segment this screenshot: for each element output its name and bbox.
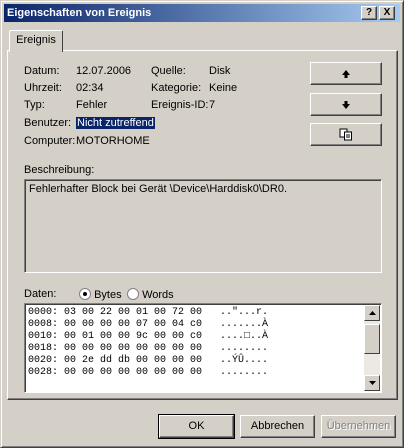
datum-value: 12.07.2006	[76, 65, 132, 77]
description-label: Beschreibung:	[24, 164, 95, 176]
computer-label: Computer:	[24, 135, 76, 147]
hex-row: 0008: 00 00 00 00 07 00 04 c0 .......À	[28, 319, 269, 330]
quelle-value: Disk	[209, 65, 231, 77]
data-label: Daten:	[24, 288, 57, 300]
ereignis-id-value: 7	[209, 99, 216, 111]
help-button[interactable]: ?	[361, 6, 377, 20]
bytes-radio[interactable]: Bytes	[79, 288, 122, 301]
arrow-up-icon	[342, 69, 350, 78]
close-button[interactable]: X	[379, 6, 395, 20]
scroll-thumb[interactable]	[364, 324, 380, 354]
scroll-down-button[interactable]	[364, 375, 380, 391]
arrow-down-icon	[342, 100, 350, 109]
hex-row: 0028: 00 00 00 00 00 00 00 00 ........	[28, 367, 269, 378]
quelle-label: Quelle:	[151, 65, 186, 77]
tab-ereignis[interactable]: Ereignis	[9, 30, 63, 52]
kategorie-value: Keine	[209, 82, 238, 94]
kategorie-label: Kategorie:	[151, 82, 202, 94]
hex-row: 0010: 00 01 00 00 9c 00 00 c0 ....□..À	[28, 331, 269, 342]
tab-label: Ereignis	[16, 34, 56, 46]
next-event-button[interactable]	[310, 93, 382, 116]
hex-rows: 0000: 03 00 22 00 01 00 72 00 .."...r. 0…	[28, 307, 268, 379]
uhrzeit-value: 02:34	[76, 82, 104, 94]
scroll-up-icon	[368, 311, 376, 315]
benutzer-label: Benutzer:	[24, 117, 72, 129]
radio-dot	[127, 288, 139, 300]
benutzer-value[interactable]: Nicht zutreffend	[76, 117, 155, 129]
title-bar[interactable]: Eigenschaften von Ereignis ? X	[4, 4, 400, 22]
uhrzeit-label: Uhrzeit:	[24, 82, 62, 94]
computer-value: MOTORHOME	[76, 135, 150, 147]
bytes-radio-label: Bytes	[94, 289, 122, 301]
scroll-up-button[interactable]	[364, 305, 380, 321]
description-text: Fehlerhafter Block bei Gerät \Device\Har…	[29, 183, 287, 195]
typ-label: Typ:	[24, 99, 45, 111]
description-box[interactable]: Fehlerhafter Block bei Gerät \Device\Har…	[24, 179, 382, 273]
datum-label: Datum:	[24, 65, 60, 77]
ereignis-id-label: Ereignis-ID:	[151, 99, 209, 111]
words-radio-label: Words	[142, 289, 174, 301]
words-radio[interactable]: Words	[127, 288, 174, 301]
radio-dot	[79, 288, 91, 300]
data-hex-view[interactable]: 0000: 03 00 22 00 01 00 72 00 .."...r. 0…	[24, 303, 382, 393]
typ-value: Fehler	[76, 99, 108, 111]
scroll-down-icon	[368, 381, 376, 385]
window-title: Eigenschaften von Ereignis	[7, 7, 152, 19]
cancel-button[interactable]: Abbrechen	[240, 415, 315, 438]
vertical-scrollbar[interactable]	[364, 305, 380, 391]
copy-icon	[339, 128, 352, 141]
previous-event-button[interactable]	[310, 62, 382, 85]
hex-row: 0000: 03 00 22 00 01 00 72 00 .."...r.	[28, 307, 269, 318]
hex-row: 0018: 00 00 00 00 00 00 00 00 ........	[28, 343, 269, 354]
event-properties-dialog: Eigenschaften von Ereignis ? X Ereignis …	[0, 0, 404, 448]
apply-button[interactable]: Übernehmen	[321, 415, 396, 438]
hex-row: 0020: 00 2e dd db 00 00 00 00 ..ÝÛ....	[28, 355, 269, 366]
ok-button[interactable]: OK	[158, 414, 235, 439]
copy-button[interactable]	[310, 123, 382, 146]
